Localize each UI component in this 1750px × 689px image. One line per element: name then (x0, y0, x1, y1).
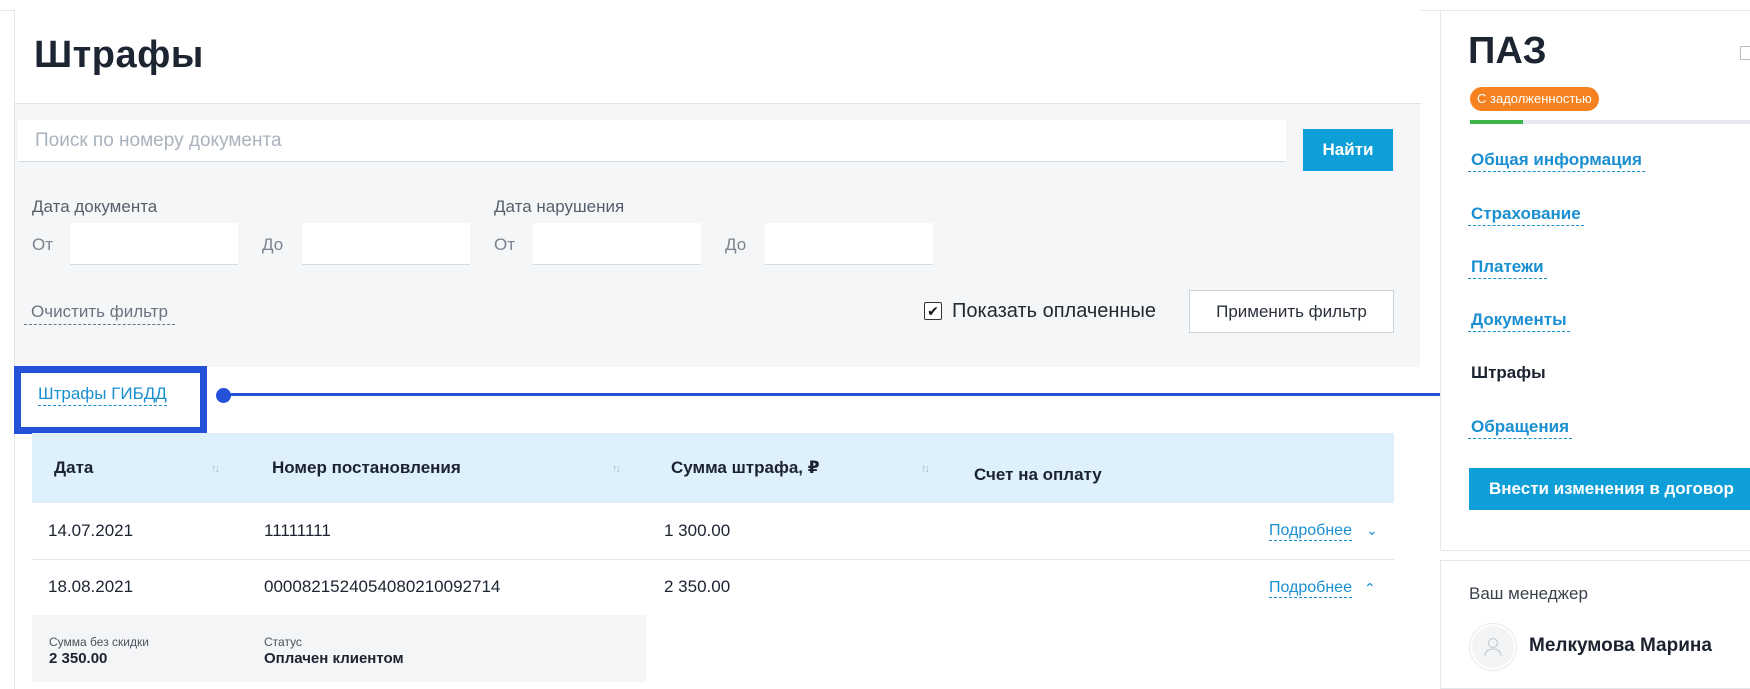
checkmark-icon: ✔ (927, 302, 939, 319)
progress-fill (1470, 120, 1524, 124)
doc-date-from-input[interactable] (70, 223, 238, 265)
sidebar-item-requests[interactable]: Обращения (1468, 417, 1572, 439)
row-1-number: 11111111 (264, 521, 331, 540)
change-contract-button[interactable]: Внести изменения в договор (1469, 468, 1750, 510)
expand-icon[interactable] (1740, 46, 1750, 60)
status-badge: С задолженностью (1470, 87, 1599, 111)
violation-date-to-label: До (725, 235, 747, 254)
sidebar-item-payments[interactable]: Платежи (1468, 257, 1547, 279)
page-title: Штрафы (34, 34, 204, 76)
header-date[interactable]: Дата (54, 458, 93, 478)
sort-icon[interactable]: ↑↓ (211, 463, 220, 475)
contract-title: ПАЗ (1468, 30, 1547, 72)
violation-date-to-input[interactable] (765, 223, 933, 265)
annotation-dot (216, 388, 231, 403)
doc-date-to-input[interactable] (302, 223, 470, 265)
header-number[interactable]: Номер постановления (272, 458, 461, 478)
sort-icon[interactable]: ↑↓ (921, 463, 930, 475)
header-amount[interactable]: Сумма штрафа, ₽ (671, 458, 820, 478)
row-2-date: 18.08.2021 (48, 577, 134, 596)
row-1-date: 14.07.2021 (48, 521, 134, 540)
sort-icon[interactable]: ↑↓ (612, 463, 621, 475)
row-divider (32, 559, 1394, 560)
chevron-up-icon[interactable]: ⌃ (1364, 580, 1376, 597)
avatar (1470, 624, 1516, 670)
violation-date-label: Дата нарушения (494, 197, 625, 216)
show-paid-checkbox[interactable]: ✔ (924, 302, 942, 320)
doc-date-to-label: До (262, 235, 284, 254)
violation-date-from-label: От (494, 235, 516, 254)
show-paid-label[interactable]: Показать оплаченные (952, 300, 1156, 323)
row-2-amount: 2 350.00 (664, 577, 731, 596)
row-2-number: 0000821524054080210092714 (264, 577, 501, 596)
sidebar-item-fines[interactable]: Штрафы (1471, 363, 1546, 383)
manager-name: Мелкумова Марина (1529, 635, 1712, 656)
clear-filter-link[interactable]: Очистить фильтр (24, 300, 175, 325)
amount-no-discount-label: Сумма без скидки (49, 635, 149, 649)
row-2-details-link[interactable]: Подробнее (1269, 579, 1352, 598)
chevron-down-icon[interactable]: ⌄ (1366, 522, 1378, 539)
header-invoice: Счет на оплату (974, 465, 1102, 484)
page-header: Штрафы (15, 10, 1421, 104)
amount-no-discount-value: 2 350.00 (49, 650, 108, 667)
sidebar-item-general-info[interactable]: Общая информация (1468, 150, 1645, 172)
row-1-details-link[interactable]: Подробнее (1269, 522, 1352, 541)
user-icon (1484, 637, 1502, 657)
apply-filter-button[interactable]: Применить фильтр (1189, 290, 1394, 333)
highlight-box (14, 366, 207, 434)
violation-date-from-input[interactable] (533, 223, 701, 265)
manager-label: Ваш менеджер (1469, 584, 1588, 603)
status-label: Статус (264, 635, 302, 649)
doc-date-from-label: От (32, 235, 54, 254)
status-value: Оплачен клиентом (264, 650, 404, 667)
search-input[interactable] (18, 120, 1286, 162)
row-1-amount: 1 300.00 (664, 521, 731, 540)
doc-date-label: Дата документа (32, 197, 158, 216)
find-button[interactable]: Найти (1303, 129, 1393, 171)
sidebar-item-documents[interactable]: Документы (1468, 310, 1570, 332)
sidebar-item-insurance[interactable]: Страхование (1468, 204, 1584, 226)
